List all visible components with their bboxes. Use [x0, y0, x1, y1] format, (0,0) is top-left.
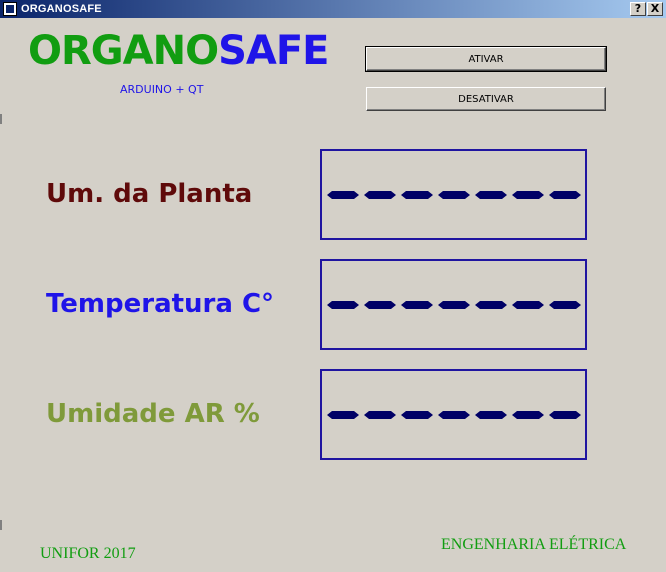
- air-humidity-display: [320, 369, 587, 460]
- lcd-dash-segment: [548, 410, 581, 419]
- lcd-dash-segment: [437, 300, 470, 309]
- plant-humidity-label: Um. da Planta: [46, 179, 253, 209]
- lcd-dash-segment: [511, 410, 544, 419]
- brand-part1: ORGANO: [28, 28, 219, 74]
- lcd-dash-segment: [363, 190, 396, 199]
- subtitle: ARDUINO + QT: [120, 83, 204, 96]
- lcd-dash-segment: [326, 300, 359, 309]
- plant-humidity-display: [320, 149, 587, 240]
- lcd-dash-segment: [548, 300, 581, 309]
- lcd-dash-segment: [548, 190, 581, 199]
- brand-logo: ORGANOSAFE: [28, 28, 330, 74]
- lcd-dash-segment: [511, 190, 544, 199]
- left-edge-mark: [0, 114, 2, 124]
- air-humidity-label: Umidade AR %: [46, 399, 260, 429]
- title-bar: ORGANOSAFE ? X: [0, 0, 666, 18]
- footer-institution: UNIFOR 2017: [40, 545, 136, 562]
- lcd-dash-segment: [326, 410, 359, 419]
- temperature-display: [320, 259, 587, 350]
- lcd-dash-segment: [474, 190, 507, 199]
- deactivate-button[interactable]: DESATIVAR: [366, 87, 606, 111]
- close-button[interactable]: X: [647, 2, 663, 16]
- brand-part2: SAFE: [218, 28, 329, 74]
- lcd-dash-segment: [474, 300, 507, 309]
- help-button[interactable]: ?: [630, 2, 646, 16]
- lcd-dash-segment: [511, 300, 544, 309]
- lcd-dash-segment: [363, 300, 396, 309]
- app-icon: [3, 2, 17, 16]
- activate-button[interactable]: ATIVAR: [365, 46, 607, 72]
- lcd-dash-segment: [400, 190, 433, 199]
- lcd-dash-segment: [474, 410, 507, 419]
- lcd-dash-segment: [363, 410, 396, 419]
- temperature-label: Temperatura C°: [46, 289, 275, 319]
- lcd-dash-segment: [326, 190, 359, 199]
- left-edge-mark: [0, 520, 2, 530]
- lcd-dash-segment: [437, 190, 470, 199]
- lcd-dash-segment: [400, 300, 433, 309]
- lcd-dash-segment: [437, 410, 470, 419]
- footer-department: ENGENHARIA ELÉTRICA: [441, 536, 627, 553]
- lcd-dash-segment: [400, 410, 433, 419]
- window-title: ORGANOSAFE: [21, 3, 102, 15]
